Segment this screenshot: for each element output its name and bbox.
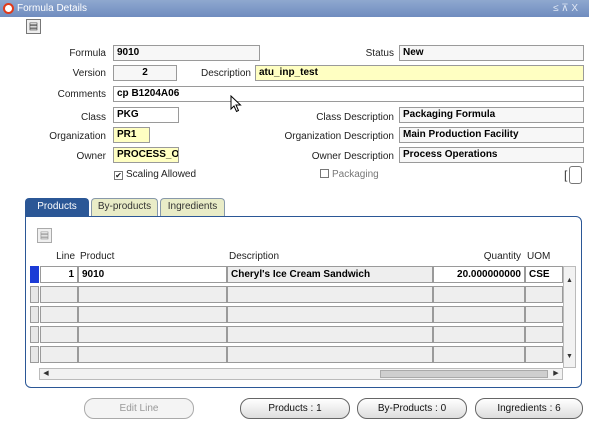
by-products-button[interactable]: By-Products : 0: [357, 398, 467, 419]
class-label: Class: [80, 112, 106, 123]
scroll-down-icon[interactable]: ▼: [564, 351, 575, 362]
column-header-description: Description: [229, 251, 280, 262]
quantity-cell[interactable]: 20.000000000: [433, 266, 525, 283]
line-cell[interactable]: 1: [40, 266, 78, 283]
owner-label: Owner: [76, 151, 106, 162]
quantity-cell[interactable]: [433, 306, 525, 323]
attachment-folder-icon[interactable]: ▤: [26, 19, 41, 34]
vertical-scrollbar[interactable]: ▲ ▼: [563, 266, 576, 368]
uom-cell[interactable]: [525, 286, 563, 303]
checkbox-unchecked-icon: [320, 169, 329, 178]
quantity-cell[interactable]: [433, 326, 525, 343]
product-cell[interactable]: 9010: [78, 266, 227, 283]
record-indicator[interactable]: [30, 286, 39, 303]
oracle-logo-icon: [3, 3, 14, 14]
checkbox-checked-icon: ✔: [114, 171, 123, 180]
description-cell: [227, 326, 433, 343]
owner-field[interactable]: PROCESS_O: [113, 147, 179, 163]
record-indicator[interactable]: [30, 346, 39, 363]
uom-cell[interactable]: [525, 346, 563, 363]
scroll-up-icon[interactable]: ▲: [564, 275, 575, 286]
scrollbar-thumb[interactable]: [380, 370, 548, 378]
product-cell[interactable]: [78, 346, 227, 363]
folder-icon[interactable]: ▤: [37, 228, 52, 243]
line-cell[interactable]: [40, 306, 78, 323]
tab-products[interactable]: Products: [25, 198, 89, 216]
mouse-pointer-icon: [230, 95, 242, 113]
formula-label: Formula: [69, 48, 106, 59]
ingredients-button[interactable]: Ingredients : 6: [475, 398, 583, 419]
column-header-line: Line: [56, 251, 75, 262]
quantity-cell[interactable]: [433, 286, 525, 303]
description-cell: [227, 346, 433, 363]
horizontal-scrollbar[interactable]: ◀ ▶: [39, 368, 563, 380]
record-indicator[interactable]: [30, 306, 39, 323]
status-label: Status: [365, 48, 394, 59]
uom-cell[interactable]: CSE: [525, 266, 563, 283]
status-field[interactable]: New: [399, 45, 584, 61]
organization-label: Organization: [49, 131, 106, 142]
descriptive-flexfield-button[interactable]: [569, 166, 582, 184]
version-field[interactable]: 2: [113, 65, 177, 81]
packaging-checkbox[interactable]: Packaging: [320, 168, 379, 182]
column-header-quantity: Quantity: [483, 251, 521, 262]
formula-field[interactable]: 9010: [113, 45, 260, 61]
class-field[interactable]: PKG: [113, 107, 179, 123]
owner-description-label: Owner Description: [311, 151, 394, 162]
product-cell[interactable]: [78, 326, 227, 343]
description-cell: [227, 306, 433, 323]
column-header-uom: UOM: [527, 251, 551, 262]
flexfield-bracket-icon: [: [564, 168, 568, 182]
window-title-bar[interactable]: Formula Details ≤ ⊼ X: [0, 0, 589, 17]
products-button[interactable]: Products : 1: [240, 398, 350, 419]
tab-ingredients[interactable]: Ingredients: [160, 198, 225, 216]
uom-cell[interactable]: [525, 306, 563, 323]
product-cell[interactable]: [78, 286, 227, 303]
class-description-label: Class Description: [316, 112, 394, 123]
line-cell[interactable]: [40, 286, 78, 303]
edit-line-button[interactable]: Edit Line: [84, 398, 194, 419]
description-label: Description: [200, 68, 251, 79]
record-indicator[interactable]: [30, 326, 39, 343]
organization-description-label: Organization Description: [284, 131, 395, 142]
comments-field[interactable]: cp B1204A06: [113, 86, 584, 102]
column-header-product: Product: [80, 251, 115, 262]
owner-description-field[interactable]: Process Operations: [399, 147, 584, 163]
window-controls-icon[interactable]: ≤ ⊼ X: [553, 2, 578, 15]
description-cell: [227, 286, 433, 303]
uom-cell[interactable]: [525, 326, 563, 343]
comments-label: Comments: [57, 89, 106, 100]
class-description-field[interactable]: Packaging Formula: [399, 107, 584, 123]
product-cell[interactable]: [78, 306, 227, 323]
version-label: Version: [72, 68, 106, 79]
tab-by-products[interactable]: By-products: [91, 198, 158, 216]
scaling-allowed-checkbox[interactable]: ✔ Scaling Allowed: [114, 168, 196, 182]
description-cell: Cheryl's Ice Cream Sandwich: [227, 266, 433, 283]
current-record-indicator[interactable]: [30, 266, 39, 283]
description-field[interactable]: atu_inp_test: [255, 65, 584, 81]
window-title: Formula Details: [17, 3, 88, 14]
organization-description-field[interactable]: Main Production Facility: [399, 127, 584, 143]
line-cell[interactable]: [40, 346, 78, 363]
line-cell[interactable]: [40, 326, 78, 343]
quantity-cell[interactable]: [433, 346, 525, 363]
scroll-right-icon[interactable]: ▶: [550, 369, 562, 379]
scroll-left-icon[interactable]: ◀: [40, 369, 52, 379]
organization-field[interactable]: PR1: [113, 127, 150, 143]
